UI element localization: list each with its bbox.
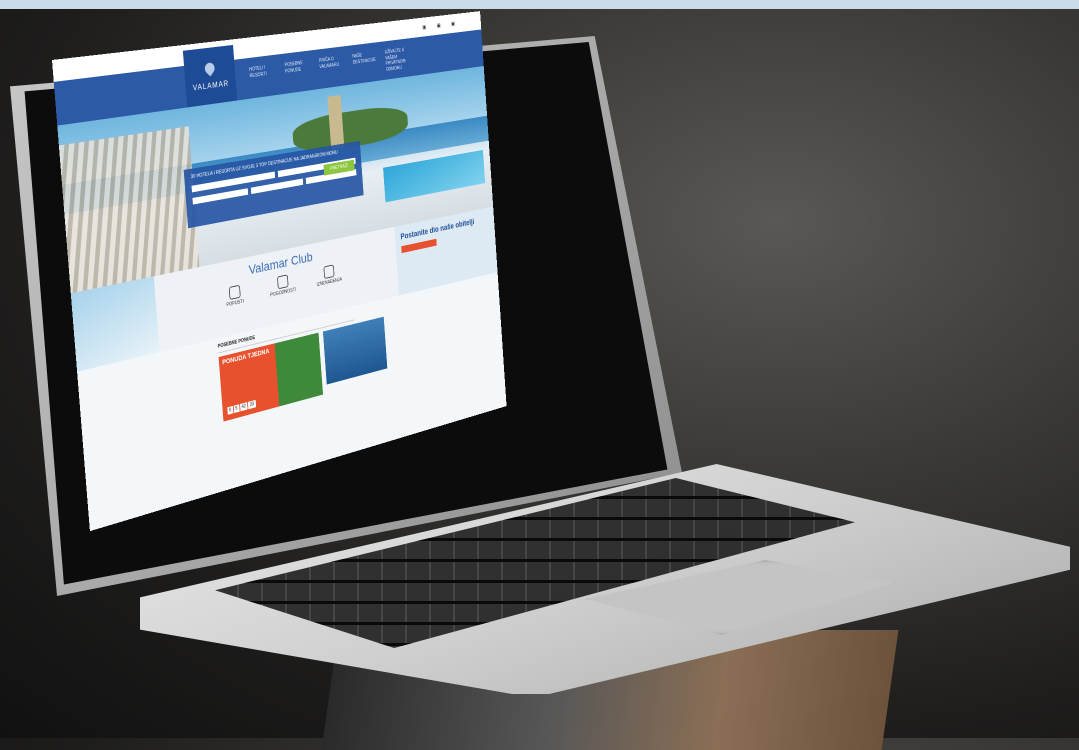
- hero-pool: [383, 149, 486, 203]
- hero-pergola: [58, 126, 200, 294]
- logo-text: VALAMAR: [192, 78, 230, 92]
- booking-form: 30 HOTELA I RESORTA UZ SVOJE 3 TOP DESTI…: [183, 140, 364, 229]
- nav-item-story[interactable]: PRIČA O VALAMARU: [319, 55, 345, 81]
- feature-label: POPUSTI: [226, 298, 245, 309]
- top-strip: [0, 0, 1079, 9]
- nav-item-offers[interactable]: POSEBNE PONUDE: [284, 60, 311, 87]
- feature-benefits: POGODNOSTI: [267, 272, 297, 298]
- gift-icon: [323, 264, 335, 280]
- countdown-digit: 0: [227, 405, 234, 415]
- countdown-digit: 33: [247, 399, 256, 410]
- valamar-logo: VALAMAR: [182, 44, 238, 108]
- logo-drop-icon: [202, 60, 217, 76]
- plus-icon: [276, 274, 289, 290]
- offer-countdown: 0 5 42 33: [227, 399, 256, 415]
- offer-title: PONUDA TJEDNA: [222, 348, 270, 367]
- top-link-2: ▣: [436, 22, 441, 29]
- nav-item-hotels[interactable]: HOTELI I RESORTI: [249, 64, 277, 91]
- offer-card-family[interactable]: [322, 316, 388, 385]
- feature-label: IZNENAĐENJA: [316, 276, 343, 288]
- top-link-3: ▣: [450, 21, 456, 27]
- top-link: ▣: [422, 24, 427, 31]
- feature-surprises: IZNENAĐENJA: [314, 263, 343, 289]
- feature-discounts: POPUSTI: [219, 283, 251, 310]
- countdown-digit: 5: [233, 404, 240, 414]
- percent-icon: [228, 284, 241, 301]
- booking-field-departure[interactable]: [250, 178, 304, 195]
- countdown-digit: 42: [239, 402, 248, 412]
- nav-item-private[interactable]: UŽIVAJTE U VAŠEM PRIVATNOM ODMORU: [385, 47, 410, 73]
- hero-tower: [327, 94, 345, 151]
- nav-item-destinations[interactable]: NAŠE DESTINACIJE: [352, 51, 378, 77]
- feature-label: POGODNOSTI: [270, 287, 297, 299]
- join-button[interactable]: [401, 238, 437, 254]
